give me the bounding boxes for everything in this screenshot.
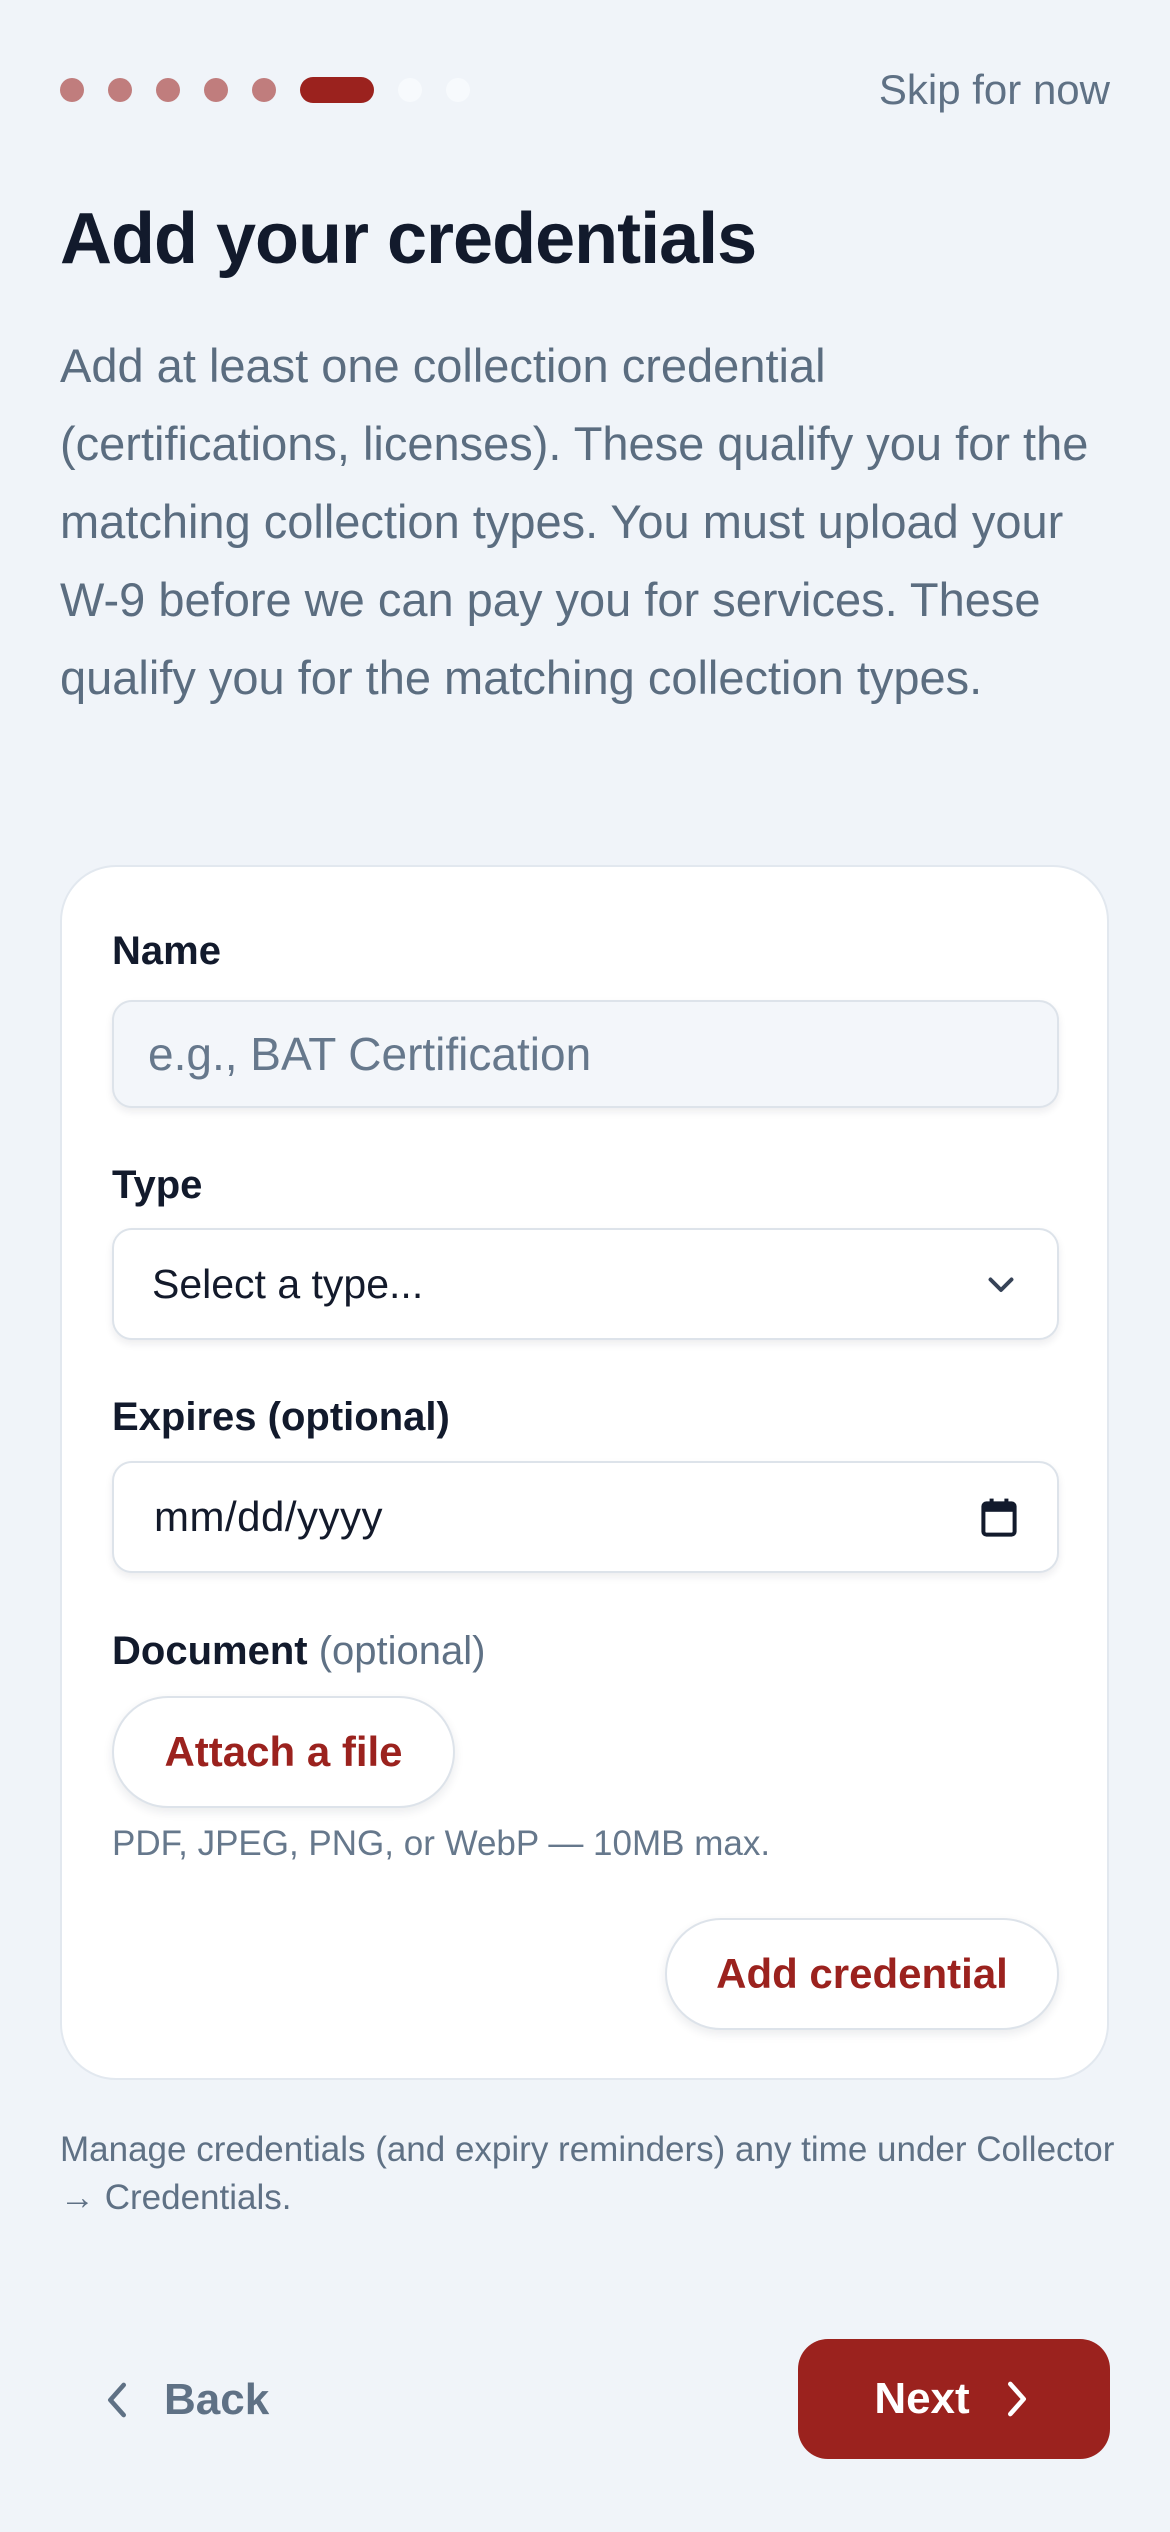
progress-step-6-current: [300, 77, 374, 103]
progress-step-5: [252, 78, 276, 102]
progress-step-1: [60, 78, 84, 102]
chevron-down-icon: [988, 1277, 1014, 1292]
back-button[interactable]: Back: [100, 2340, 269, 2460]
progress-step-3: [156, 78, 180, 102]
name-label: Name: [112, 929, 221, 973]
next-button-label: Next: [874, 2374, 970, 2423]
intro-text: Add at least one collection credential (…: [60, 339, 1089, 704]
type-label: Type: [112, 1163, 203, 1207]
progress-step-8: [446, 78, 470, 102]
top-bar: Skip for now: [60, 64, 1110, 116]
progress-step-2: [108, 78, 132, 102]
type-select[interactable]: Select a type...: [112, 1228, 1059, 1340]
progress-step-7: [398, 78, 422, 102]
chevron-right-icon: [1007, 2381, 1026, 2417]
page-title: Add your credentials: [60, 199, 757, 279]
attach-file-button[interactable]: Attach a file: [112, 1696, 455, 1808]
chevron-left-icon: [108, 2382, 126, 2418]
file-type-hint: PDF, JPEG, PNG, or WebP — 10MB max.: [112, 1824, 771, 1863]
expires-date-placeholder: mm/dd/yyyy: [154, 1493, 384, 1540]
manage-credentials-note: Manage credentials (and expiry reminders…: [60, 2130, 1115, 2217]
progress-step-4: [204, 78, 228, 102]
document-optional-tag: (optional): [318, 1629, 486, 1673]
name-input[interactable]: [148, 1027, 1023, 1081]
calendar-icon[interactable]: [981, 1497, 1017, 1537]
onboarding-credentials-page: Skip for now Add your credentials Add at…: [0, 0, 1170, 2532]
next-button[interactable]: Next: [798, 2339, 1110, 2459]
expires-label: Expires (optional): [112, 1395, 450, 1439]
add-credential-button[interactable]: Add credential: [665, 1918, 1059, 2030]
document-label-text: Document: [112, 1629, 308, 1673]
progress-indicator: [60, 77, 470, 103]
credential-form-card: Name Type Select a type... Expires (opti…: [60, 865, 1109, 2080]
back-button-label: Back: [164, 2375, 270, 2424]
document-label: Document (optional): [112, 1629, 485, 1674]
expires-date-field[interactable]: mm/dd/yyyy: [112, 1461, 1059, 1573]
name-field[interactable]: [112, 1000, 1059, 1108]
skip-for-now-link[interactable]: Skip for now: [879, 66, 1110, 114]
type-select-value: Select a type...: [152, 1260, 424, 1307]
